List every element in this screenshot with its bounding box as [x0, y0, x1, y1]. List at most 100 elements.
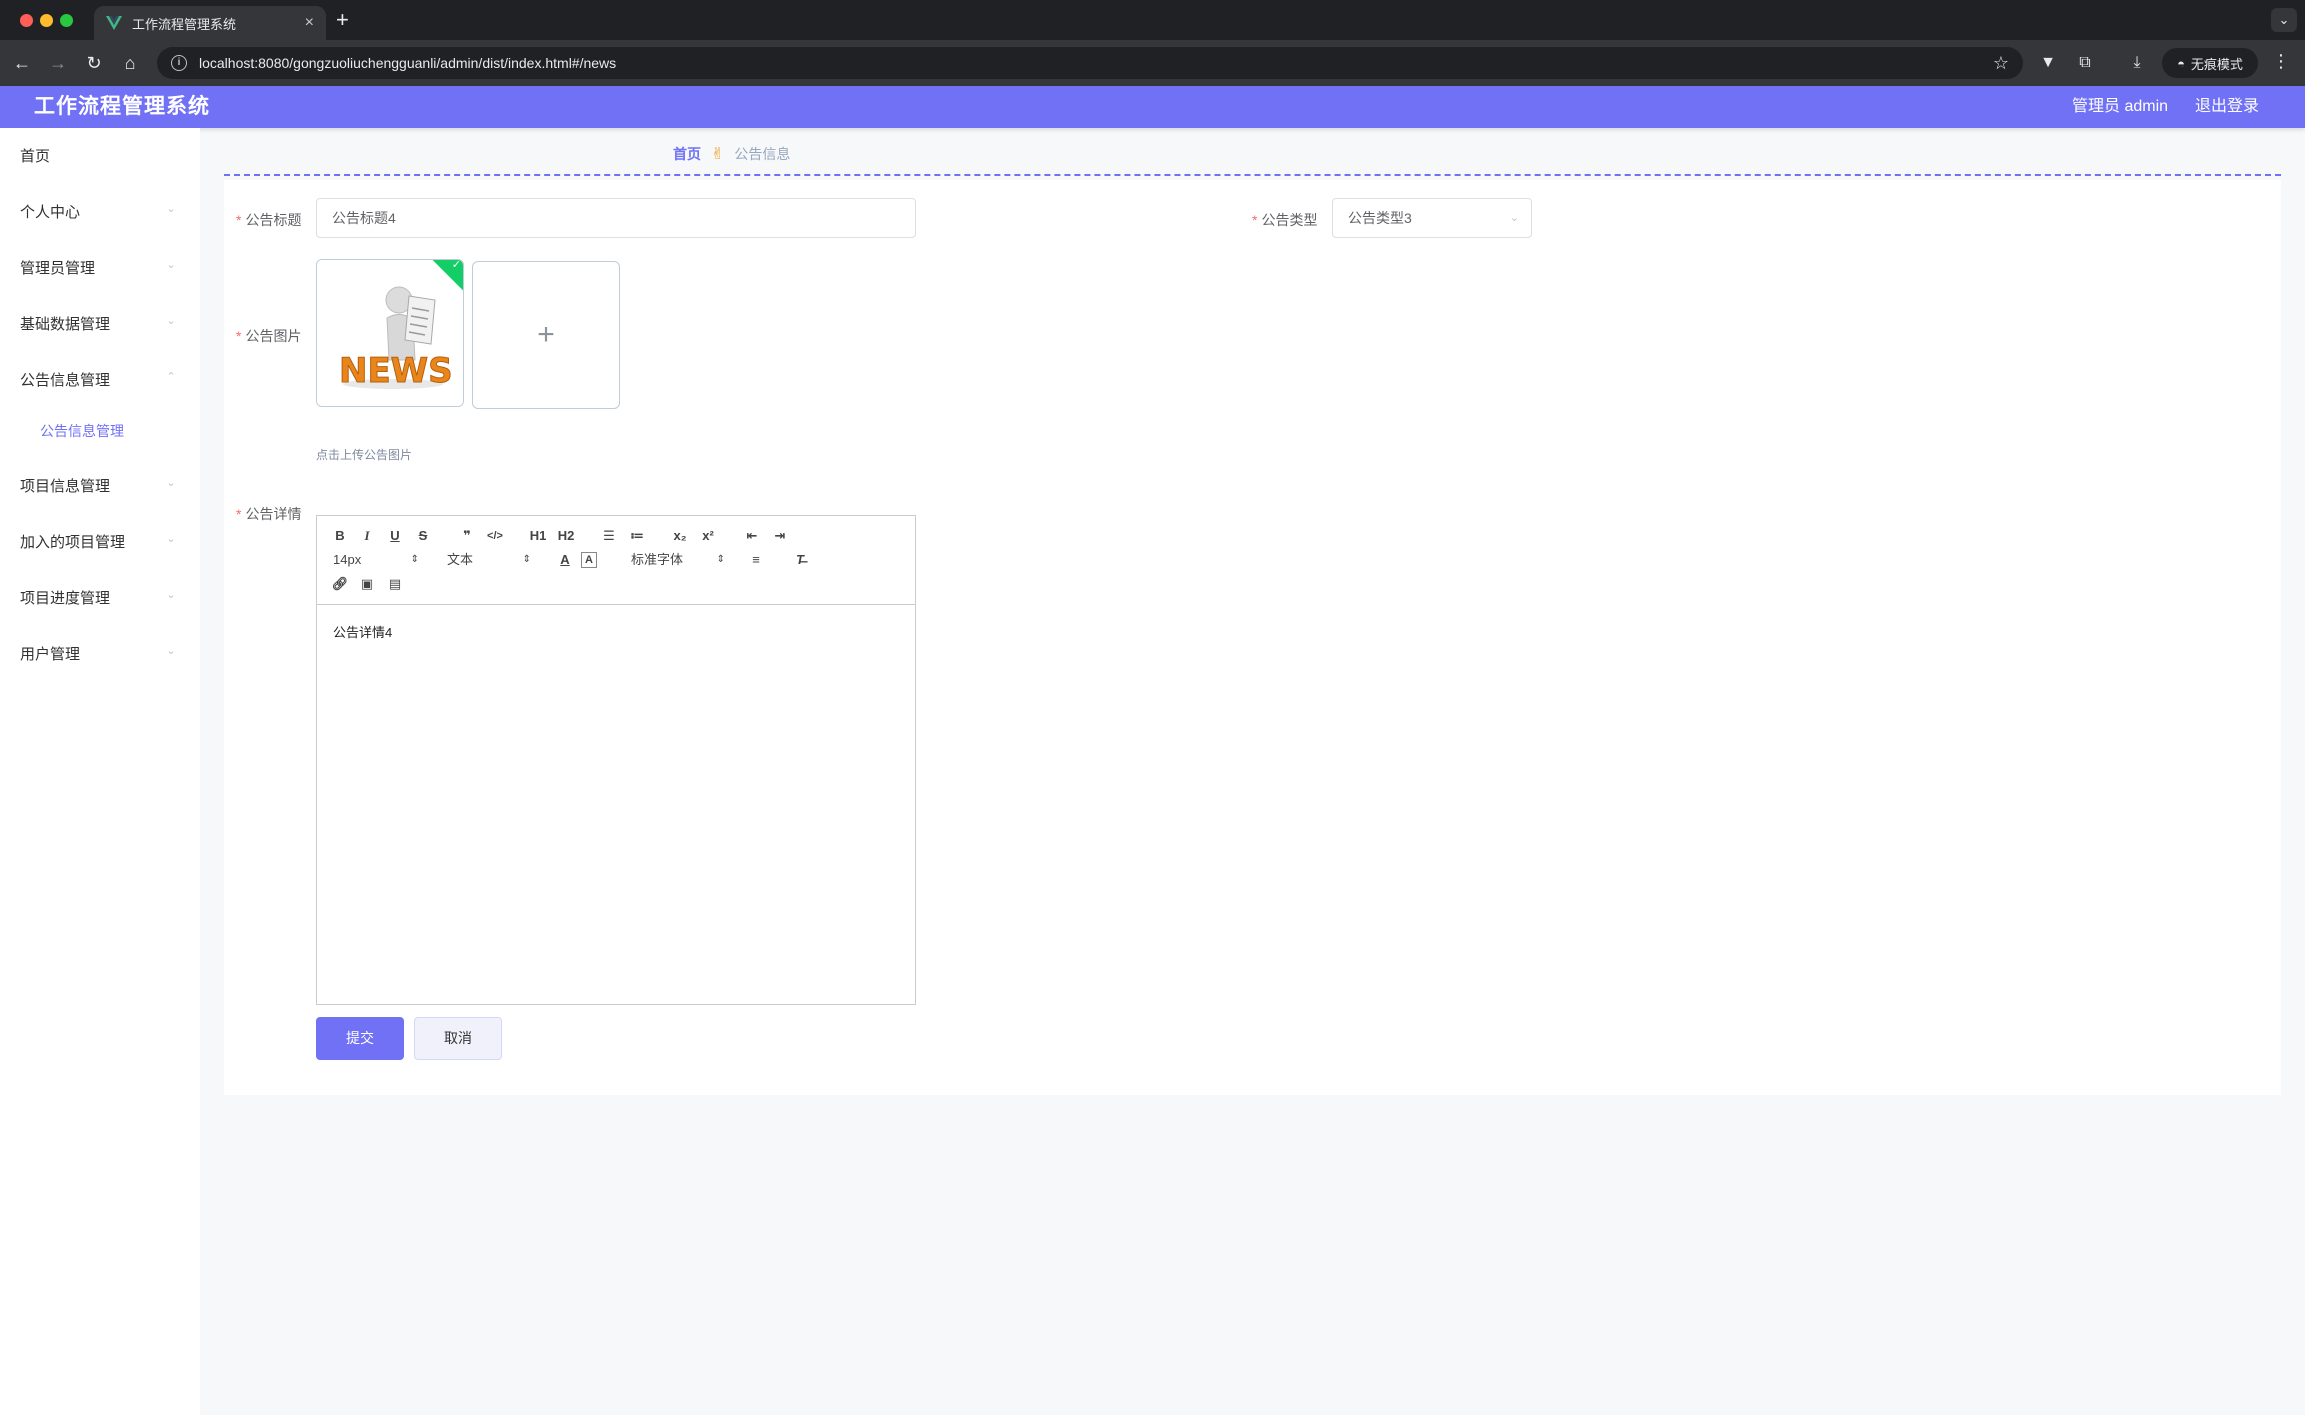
- sidebar-item-admin-management[interactable]: 管理员管理 ⌄: [0, 247, 200, 287]
- superscript-icon[interactable]: x²: [697, 526, 719, 546]
- font-size-select[interactable]: 14px ⇕: [333, 550, 419, 570]
- sidebar-item-label: 公告信息管理: [20, 371, 111, 389]
- breadcrumb-home[interactable]: 首页: [673, 144, 701, 164]
- blockquote-icon[interactable]: ❞: [456, 526, 478, 546]
- editor-content[interactable]: 公告详情4: [333, 622, 392, 641]
- header-select[interactable]: 文本 ⇕: [447, 550, 531, 570]
- more-menu-icon[interactable]: ⋮: [2272, 51, 2290, 72]
- sidebar-item-label: 公告信息管理: [40, 423, 124, 439]
- vue-devtools-icon[interactable]: ▼: [2036, 51, 2060, 75]
- chevron-down-icon: ⌄: [166, 203, 176, 215]
- align-left-icon[interactable]: ≡: [745, 550, 767, 570]
- font-family-select[interactable]: 标准字体 ⇕: [631, 550, 725, 570]
- tab-title: 工作流程管理系统: [132, 16, 237, 32]
- site-info-icon[interactable]: i: [171, 55, 187, 71]
- header2-icon[interactable]: H2: [555, 526, 577, 546]
- extensions-puzzle-icon[interactable]: ⧉: [2073, 51, 2097, 75]
- sidebar-item-project-progress[interactable]: 项目进度管理 ⌄: [0, 577, 200, 617]
- updown-chevron-icon: ⇕: [716, 554, 725, 565]
- indent-icon[interactable]: ⇥: [769, 526, 791, 546]
- incognito-badge[interactable]: ◓ 无痕模式: [2162, 48, 2258, 78]
- maximize-window-button[interactable]: [60, 14, 73, 27]
- bullet-list-icon[interactable]: ≔: [626, 526, 648, 546]
- chevron-down-icon: ⌄: [166, 259, 176, 271]
- sidebar: 首页 个人中心 ⌄ 管理员管理 ⌄ 基础数据管理 ⌄ 公告信息管理 ⌃ 公告信息…: [0, 128, 200, 1415]
- tab-search-chevron-icon[interactable]: ⌄: [2271, 8, 2297, 32]
- browser-tab[interactable]: 工作流程管理系统 ×: [94, 6, 326, 40]
- header1-icon[interactable]: H1: [527, 526, 549, 546]
- outdent-icon[interactable]: ⇤: [741, 526, 763, 546]
- url-text[interactable]: localhost:8080/gongzuoliuchengguanli/adm…: [199, 55, 1993, 71]
- sidebar-item-user-management[interactable]: 用户管理 ⌄: [0, 633, 200, 673]
- clear-format-icon[interactable]: T̶: [789, 550, 811, 570]
- required-asterisk: *: [1252, 212, 1258, 228]
- sidebar-item-label: 用户管理: [20, 645, 81, 663]
- address-bar[interactable]: i localhost:8080/gongzuoliuchengguanli/a…: [157, 47, 2023, 79]
- chevron-down-icon: ⌄: [166, 477, 176, 489]
- browser-toolbar: ← → ↻ ⌂ i localhost:8080/gongzuoliucheng…: [0, 40, 2305, 86]
- required-asterisk: *: [236, 212, 242, 228]
- chevron-down-icon: ⌄: [166, 645, 176, 657]
- ordered-list-icon[interactable]: ☰: [598, 526, 620, 546]
- sidebar-item-label: 项目进度管理: [20, 589, 111, 607]
- sidebar-item-label: 管理员管理: [20, 259, 96, 277]
- cancel-button[interactable]: 取消: [414, 1017, 502, 1060]
- subscript-icon[interactable]: x₂: [669, 526, 691, 546]
- incognito-icon: ◓: [2177, 55, 2185, 71]
- link-icon[interactable]: 🔗︎: [329, 574, 351, 594]
- text-color-icon[interactable]: A: [554, 550, 576, 570]
- chevron-up-icon: ⌃: [166, 371, 176, 383]
- breadcrumb-current: 公告信息: [734, 146, 791, 162]
- tab-close-icon[interactable]: ×: [305, 15, 314, 31]
- submit-button[interactable]: 提交: [316, 1017, 404, 1060]
- incognito-label: 无痕模式: [2190, 56, 2243, 72]
- check-icon: ✓: [451, 259, 461, 272]
- chevron-down-icon: ⌄: [166, 589, 176, 601]
- current-user: 管理员 admin: [2072, 98, 2169, 115]
- new-tab-button[interactable]: +: [336, 8, 349, 32]
- sidebar-item-joined-projects[interactable]: 加入的项目管理 ⌄: [0, 521, 200, 561]
- notice-type-select[interactable]: 公告类型3 ⌄: [1332, 198, 1532, 238]
- chevron-down-icon: ⌄: [166, 533, 176, 545]
- close-window-button[interactable]: [20, 14, 33, 27]
- strikethrough-icon[interactable]: S: [412, 526, 434, 546]
- updown-chevron-icon: ⇕: [410, 554, 419, 565]
- image-label: * 公告图片: [236, 328, 302, 344]
- notice-title-input[interactable]: [316, 198, 916, 238]
- sidebar-item-notice-management[interactable]: 公告信息管理 ⌃: [0, 359, 200, 399]
- sidebar-item-home[interactable]: 首页: [0, 135, 200, 175]
- background-color-icon[interactable]: A: [581, 552, 597, 568]
- download-icon[interactable]: ⤓: [2125, 51, 2149, 75]
- uploaded-image-thumbnail[interactable]: NEWS ✓: [316, 259, 464, 407]
- plus-icon: +: [537, 318, 555, 351]
- sidebar-subitem-notice-management[interactable]: 公告信息管理: [0, 411, 200, 451]
- back-arrow-icon[interactable]: ←: [10, 51, 34, 75]
- sidebar-item-label: 基础数据管理: [20, 315, 111, 333]
- sidebar-item-basic-data[interactable]: 基础数据管理 ⌄: [0, 303, 200, 343]
- updown-chevron-icon: ⇕: [522, 554, 531, 565]
- logout-link[interactable]: 退出登录: [2195, 86, 2259, 128]
- underline-icon[interactable]: U: [384, 526, 406, 546]
- reload-icon[interactable]: ↻: [82, 51, 106, 75]
- sidebar-item-project-info[interactable]: 项目信息管理 ⌄: [0, 465, 200, 505]
- code-block-icon[interactable]: </>: [484, 526, 506, 546]
- italic-icon[interactable]: I: [356, 526, 378, 546]
- required-asterisk: *: [236, 506, 242, 522]
- sidebar-item-label: 项目信息管理: [20, 477, 111, 495]
- breadcrumb-divider: [224, 174, 2281, 176]
- image-upload-button[interactable]: +: [472, 261, 620, 409]
- editor-toolbar: B I U S ❞ </> H1 H2 ☰ ≔ x₂ x² ⇤ ⇥ 14px ⇕…: [317, 516, 915, 605]
- minimize-window-button[interactable]: [40, 14, 53, 27]
- home-icon[interactable]: ⌂: [118, 51, 142, 75]
- image-icon[interactable]: ▣: [356, 574, 378, 594]
- forward-arrow-icon[interactable]: →: [46, 51, 70, 75]
- video-icon[interactable]: ▤: [384, 574, 406, 594]
- bold-icon[interactable]: B: [329, 526, 351, 546]
- vue-logo-icon: [106, 16, 122, 30]
- sidebar-item-personal-center[interactable]: 个人中心 ⌄: [0, 191, 200, 231]
- rich-text-editor: B I U S ❞ </> H1 H2 ☰ ≔ x₂ x² ⇤ ⇥ 14px ⇕…: [316, 515, 916, 1005]
- chevron-down-icon: ⌄: [1509, 212, 1519, 224]
- thumbnail-news-text: NEWS: [339, 351, 453, 391]
- upload-tip: 点击上传公告图片: [316, 448, 413, 462]
- bookmark-star-icon[interactable]: ☆: [1993, 53, 2009, 74]
